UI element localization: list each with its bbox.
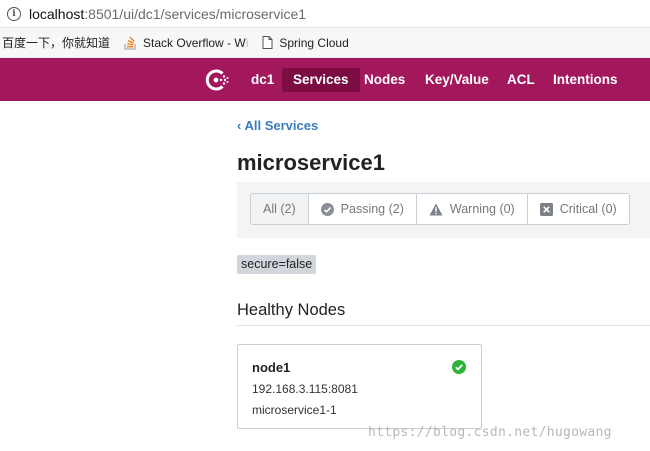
bookmarks-bar: 百度一下，你就知道 Stack Overflow - Wi Spring Clo… xyxy=(0,28,650,58)
health-filter-group: All (2) Passing (2) Warning (0) Critical… xyxy=(250,193,630,225)
bookmark-label: 百度一下，你就知道 xyxy=(2,36,111,50)
info-icon[interactable]: i xyxy=(7,6,21,21)
node-name: node1 xyxy=(252,360,291,375)
page-title: microservice1 xyxy=(237,150,385,175)
page-icon xyxy=(262,36,273,49)
nav-services[interactable]: Services xyxy=(282,68,360,92)
bookmark-label: Spring Cloud xyxy=(279,35,349,50)
check-circle-icon xyxy=(452,360,466,379)
node-service-id: microservice1-1 xyxy=(252,403,337,417)
healthy-nodes-heading: Healthy Nodes xyxy=(237,301,346,319)
bookmark-label: Stack Overflow - W xyxy=(143,35,246,50)
bookmark-baidu[interactable]: 百度一下，你就知道 xyxy=(2,34,110,51)
bookmark-spring-cloud[interactable]: Spring Cloud xyxy=(262,35,349,50)
node-card[interactable]: node1 192.168.3.115:8081 microservice1-1 xyxy=(237,344,482,429)
watermark: https://blog.csdn.net/hugowang xyxy=(368,425,612,440)
address-bar[interactable]: i localhost:8501/ui/dc1/services/microse… xyxy=(0,0,650,28)
filter-passing[interactable]: Passing (2) xyxy=(309,194,417,224)
section-divider xyxy=(237,325,650,326)
filter-all[interactable]: All (2) xyxy=(251,194,309,224)
warning-triangle-icon xyxy=(429,203,443,216)
datacenter-dropdown[interactable]: dc1 xyxy=(240,68,285,92)
node-address: 192.168.3.115:8081 xyxy=(252,382,358,396)
top-nav: dc1 Services Nodes Key/Value ACL Intenti… xyxy=(0,58,650,101)
nav-acl[interactable]: ACL xyxy=(496,68,546,92)
bookmark-stackoverflow[interactable]: Stack Overflow - Wi xyxy=(124,35,248,50)
url-text[interactable]: localhost:8501/ui/dc1/services/microserv… xyxy=(29,6,306,22)
x-square-icon xyxy=(539,202,553,216)
back-to-services-link[interactable]: ‹ All Services xyxy=(237,118,318,133)
consul-logo-icon[interactable] xyxy=(204,67,230,93)
check-circle-icon xyxy=(320,202,334,216)
service-tag: secure=false xyxy=(237,255,317,274)
nav-intentions[interactable]: Intentions xyxy=(542,68,629,92)
filter-warning[interactable]: Warning (0) xyxy=(417,194,528,224)
nav-key-value[interactable]: Key/Value xyxy=(414,68,500,92)
filter-critical[interactable]: Critical (0) xyxy=(528,194,629,224)
nav-nodes[interactable]: Nodes xyxy=(353,68,416,92)
stackoverflow-icon xyxy=(124,35,137,50)
